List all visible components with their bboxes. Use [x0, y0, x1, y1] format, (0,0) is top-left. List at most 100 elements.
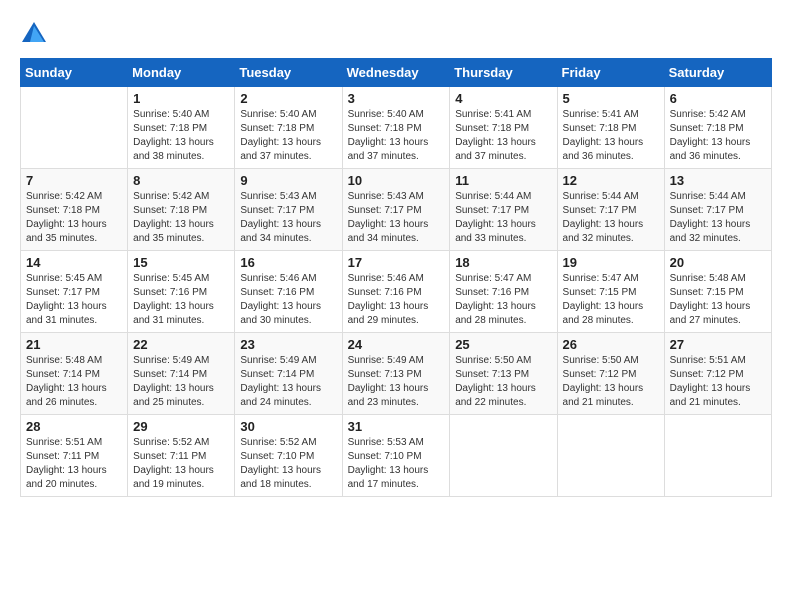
calendar-cell: 3 Sunrise: 5:40 AM Sunset: 7:18 PM Daylig…	[342, 87, 450, 169]
day-info: Sunrise: 5:48 AM Sunset: 7:15 PM Dayligh…	[670, 272, 766, 328]
calendar-cell: 21 Sunrise: 5:48 AM Sunset: 7:14 PM Dayli…	[21, 333, 128, 415]
calendar-cell: 29 Sunrise: 5:52 AM Sunset: 7:11 PM Dayli…	[128, 415, 235, 497]
day-info: Sunrise: 5:47 AM Sunset: 7:15 PM Dayligh…	[563, 272, 659, 328]
day-info: Sunrise: 5:43 AM Sunset: 7:17 PM Dayligh…	[348, 190, 445, 246]
calendar-cell: 18 Sunrise: 5:47 AM Sunset: 7:16 PM Dayli…	[450, 251, 557, 333]
day-info: Sunrise: 5:43 AM Sunset: 7:17 PM Dayligh…	[240, 190, 336, 246]
calendar-cell: 12 Sunrise: 5:44 AM Sunset: 7:17 PM Dayli…	[557, 169, 664, 251]
day-info: Sunrise: 5:52 AM Sunset: 7:11 PM Dayligh…	[133, 436, 229, 492]
day-number: 28	[26, 419, 122, 434]
calendar-cell: 8Sunrise: 5:42 AM Sunset: 7:18 PM Daylig…	[128, 169, 235, 251]
week-row-1: 1 Sunrise: 5:40 AM Sunset: 7:18 PM Daylig…	[21, 87, 772, 169]
day-info: Sunrise: 5:47 AM Sunset: 7:16 PM Dayligh…	[455, 272, 551, 328]
day-info: Sunrise: 5:45 AM Sunset: 7:16 PM Dayligh…	[133, 272, 229, 328]
calendar-cell: 5 Sunrise: 5:41 AM Sunset: 7:18 PM Daylig…	[557, 87, 664, 169]
calendar-cell: 22Sunrise: 5:49 AM Sunset: 7:14 PM Dayli…	[128, 333, 235, 415]
calendar-cell: 6 Sunrise: 5:42 AM Sunset: 7:18 PM Daylig…	[664, 87, 771, 169]
calendar-cell: 25 Sunrise: 5:50 AM Sunset: 7:13 PM Dayli…	[450, 333, 557, 415]
day-number: 26	[563, 337, 659, 352]
week-row-2: 7 Sunrise: 5:42 AM Sunset: 7:18 PM Daylig…	[21, 169, 772, 251]
day-info: Sunrise: 5:51 AM Sunset: 7:11 PM Dayligh…	[26, 436, 122, 492]
day-number: 16	[240, 255, 336, 270]
calendar-cell	[450, 415, 557, 497]
calendar-cell: 15 Sunrise: 5:45 AM Sunset: 7:16 PM Dayli…	[128, 251, 235, 333]
day-info: Sunrise: 5:42 AM Sunset: 7:18 PM Dayligh…	[26, 190, 122, 246]
day-number: 30	[240, 419, 336, 434]
day-number: 15	[133, 255, 229, 270]
day-number: 7	[26, 173, 122, 188]
day-info: Sunrise: 5:44 AM Sunset: 7:17 PM Dayligh…	[563, 190, 659, 246]
calendar-cell: 9 Sunrise: 5:43 AM Sunset: 7:17 PM Daylig…	[235, 169, 342, 251]
calendar-cell	[557, 415, 664, 497]
calendar-cell: 2Sunrise: 5:40 AM Sunset: 7:18 PM Daylig…	[235, 87, 342, 169]
calendar-cell: 16 Sunrise: 5:46 AM Sunset: 7:16 PM Dayli…	[235, 251, 342, 333]
day-info: Sunrise: 5:53 AM Sunset: 7:10 PM Dayligh…	[348, 436, 445, 492]
day-number: 11	[455, 173, 551, 188]
day-number: 18	[455, 255, 551, 270]
week-row-4: 21 Sunrise: 5:48 AM Sunset: 7:14 PM Dayli…	[21, 333, 772, 415]
column-header-wednesday: Wednesday	[342, 59, 450, 87]
day-info: Sunrise: 5:51 AM Sunset: 7:12 PM Dayligh…	[670, 354, 766, 410]
calendar-cell: 23Sunrise: 5:49 AM Sunset: 7:14 PM Dayli…	[235, 333, 342, 415]
day-info: Sunrise: 5:49 AM Sunset: 7:14 PM Dayligh…	[240, 354, 336, 410]
day-info: Sunrise: 5:49 AM Sunset: 7:14 PM Dayligh…	[133, 354, 229, 410]
week-row-5: 28 Sunrise: 5:51 AM Sunset: 7:11 PM Dayli…	[21, 415, 772, 497]
calendar-cell: 30 Sunrise: 5:52 AM Sunset: 7:10 PM Dayli…	[235, 415, 342, 497]
day-number: 5	[563, 91, 659, 106]
day-info: Sunrise: 5:50 AM Sunset: 7:13 PM Dayligh…	[455, 354, 551, 410]
day-number: 29	[133, 419, 229, 434]
column-header-thursday: Thursday	[450, 59, 557, 87]
day-info: Sunrise: 5:45 AM Sunset: 7:17 PM Dayligh…	[26, 272, 122, 328]
day-number: 19	[563, 255, 659, 270]
day-number: 27	[670, 337, 766, 352]
calendar-cell: 7 Sunrise: 5:42 AM Sunset: 7:18 PM Daylig…	[21, 169, 128, 251]
day-number: 2	[240, 91, 336, 106]
calendar-cell: 24 Sunrise: 5:49 AM Sunset: 7:13 PM Dayli…	[342, 333, 450, 415]
calendar-cell: 10 Sunrise: 5:43 AM Sunset: 7:17 PM Dayli…	[342, 169, 450, 251]
day-info: Sunrise: 5:48 AM Sunset: 7:14 PM Dayligh…	[26, 354, 122, 410]
calendar-cell: 31 Sunrise: 5:53 AM Sunset: 7:10 PM Dayli…	[342, 415, 450, 497]
day-info: Sunrise: 5:50 AM Sunset: 7:12 PM Dayligh…	[563, 354, 659, 410]
day-info: Sunrise: 5:46 AM Sunset: 7:16 PM Dayligh…	[240, 272, 336, 328]
calendar-cell	[664, 415, 771, 497]
day-info: Sunrise: 5:41 AM Sunset: 7:18 PM Dayligh…	[455, 108, 551, 164]
day-info: Sunrise: 5:40 AM Sunset: 7:18 PM Dayligh…	[133, 108, 229, 164]
day-info: Sunrise: 5:46 AM Sunset: 7:16 PM Dayligh…	[348, 272, 445, 328]
calendar-cell: 19 Sunrise: 5:47 AM Sunset: 7:15 PM Dayli…	[557, 251, 664, 333]
day-number: 3	[348, 91, 445, 106]
calendar-cell: 14Sunrise: 5:45 AM Sunset: 7:17 PM Dayli…	[21, 251, 128, 333]
day-info: Sunrise: 5:49 AM Sunset: 7:13 PM Dayligh…	[348, 354, 445, 410]
calendar-cell: 11 Sunrise: 5:44 AM Sunset: 7:17 PM Dayli…	[450, 169, 557, 251]
calendar-cell: 20Sunrise: 5:48 AM Sunset: 7:15 PM Dayli…	[664, 251, 771, 333]
day-info: Sunrise: 5:42 AM Sunset: 7:18 PM Dayligh…	[670, 108, 766, 164]
calendar-header-row: SundayMondayTuesdayWednesdayThursdayFrid…	[21, 59, 772, 87]
day-number: 12	[563, 173, 659, 188]
day-number: 9	[240, 173, 336, 188]
day-number: 4	[455, 91, 551, 106]
day-info: Sunrise: 5:52 AM Sunset: 7:10 PM Dayligh…	[240, 436, 336, 492]
calendar-cell: 27 Sunrise: 5:51 AM Sunset: 7:12 PM Dayli…	[664, 333, 771, 415]
column-header-saturday: Saturday	[664, 59, 771, 87]
day-number: 24	[348, 337, 445, 352]
calendar-cell: 13Sunrise: 5:44 AM Sunset: 7:17 PM Dayli…	[664, 169, 771, 251]
day-number: 6	[670, 91, 766, 106]
calendar-cell: 28 Sunrise: 5:51 AM Sunset: 7:11 PM Dayli…	[21, 415, 128, 497]
day-number: 25	[455, 337, 551, 352]
page-header	[20, 20, 772, 48]
calendar-table: SundayMondayTuesdayWednesdayThursdayFrid…	[20, 58, 772, 497]
day-number: 17	[348, 255, 445, 270]
day-number: 31	[348, 419, 445, 434]
day-info: Sunrise: 5:44 AM Sunset: 7:17 PM Dayligh…	[455, 190, 551, 246]
day-number: 1	[133, 91, 229, 106]
calendar-cell	[21, 87, 128, 169]
calendar-cell: 26 Sunrise: 5:50 AM Sunset: 7:12 PM Dayli…	[557, 333, 664, 415]
day-number: 21	[26, 337, 122, 352]
day-info: Sunrise: 5:41 AM Sunset: 7:18 PM Dayligh…	[563, 108, 659, 164]
day-info: Sunrise: 5:44 AM Sunset: 7:17 PM Dayligh…	[670, 190, 766, 246]
day-info: Sunrise: 5:42 AM Sunset: 7:18 PM Dayligh…	[133, 190, 229, 246]
day-number: 10	[348, 173, 445, 188]
column-header-monday: Monday	[128, 59, 235, 87]
day-info: Sunrise: 5:40 AM Sunset: 7:18 PM Dayligh…	[348, 108, 445, 164]
column-header-friday: Friday	[557, 59, 664, 87]
week-row-3: 14Sunrise: 5:45 AM Sunset: 7:17 PM Dayli…	[21, 251, 772, 333]
